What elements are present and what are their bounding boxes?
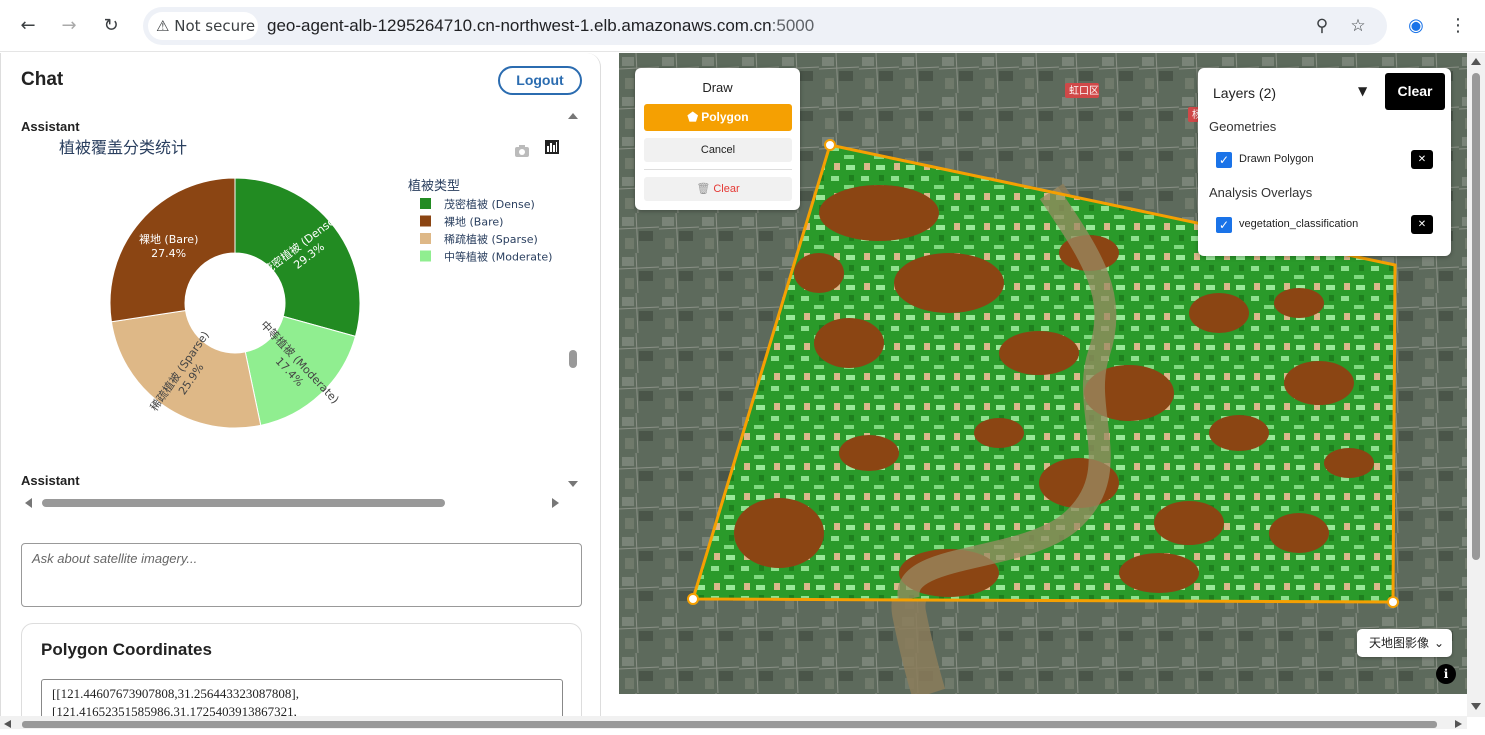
info-icon[interactable]: i xyxy=(1436,664,1456,684)
legend-title: 植被类型 xyxy=(408,179,460,194)
bookmark-star-icon[interactable]: ☆ xyxy=(1347,15,1369,37)
map-view[interactable]: 虹口区 杨浦区 Draw ⬟ Polygon Cancel 🗑 Clear La… xyxy=(619,53,1467,694)
security-label: Not secure xyxy=(174,17,256,35)
slice-percent: 27.4% xyxy=(151,247,186,260)
reload-icon[interactable]: ↻ xyxy=(98,13,124,39)
coordinates-textarea[interactable]: [[121.44607673907808,31.256443323087808]… xyxy=(41,679,563,717)
forward-icon[interactable]: → xyxy=(56,13,82,39)
legend-swatch[interactable] xyxy=(420,198,431,209)
profile-icon[interactable]: ◉ xyxy=(1403,13,1429,39)
polygon-vertex-handle[interactable] xyxy=(1387,596,1399,608)
message-role-label: Assistant xyxy=(21,473,80,488)
layer-name: vegetation_classification xyxy=(1239,218,1359,230)
district-label: 虹口区 xyxy=(1069,85,1099,97)
layer-checkbox[interactable]: ✓ xyxy=(1216,217,1232,233)
back-icon[interactable]: ← xyxy=(15,13,41,39)
url-text[interactable]: geo-agent-alb-1295264710.cn-northwest-1.… xyxy=(267,7,814,45)
chevron-down-icon: ⌄ xyxy=(1433,636,1444,650)
layer-group-heading: Geometries xyxy=(1209,119,1277,134)
polygon-vertex-handle[interactable] xyxy=(687,593,699,605)
clear-drawing-button[interactable]: 🗑 Clear xyxy=(644,177,792,201)
layers-title[interactable]: Layers (2) xyxy=(1213,85,1276,101)
trash-icon: 🗑 xyxy=(696,183,714,195)
basemap-value: 天地图影像 xyxy=(1369,636,1430,650)
layer-checkbox[interactable]: ✓ xyxy=(1216,152,1232,168)
legend-item[interactable]: 稀疏植被 (Sparse) xyxy=(444,232,538,246)
chat-vertical-scrollbar[interactable] xyxy=(565,108,581,488)
page-horizontal-scrollbar[interactable] xyxy=(0,716,1467,729)
menu-kebab-icon[interactable]: ⋮ xyxy=(1445,13,1471,39)
coordinates-title: Polygon Coordinates xyxy=(41,640,212,659)
url-port: :5000 xyxy=(771,16,815,35)
legend-swatch[interactable] xyxy=(420,233,431,244)
remove-layer-button[interactable]: ✕ xyxy=(1411,215,1433,234)
security-chip[interactable]: ⚠ Not secure xyxy=(148,12,258,40)
chat-input[interactable]: Ask about satellite imagery... xyxy=(21,543,582,607)
vegetation-chart: 植被覆盖分类统计 茂密植被 (Dense) 29.3% 中等植被 (Moderate… xyxy=(21,133,562,491)
warning-icon: ⚠ xyxy=(156,17,170,35)
caret-down-icon[interactable]: ▼ xyxy=(1358,84,1367,98)
polygon-vertex-handle[interactable] xyxy=(824,139,836,151)
legend-item[interactable]: 茂密植被 (Dense) xyxy=(444,197,535,211)
clear-layers-button[interactable]: Clear xyxy=(1385,73,1445,110)
slice-label: 裸地 (Bare) xyxy=(139,232,198,246)
pie-chart: 茂密植被 (Dense)29.3%中等植被 (Moderate)17.4%稀疏植… xyxy=(109,177,361,429)
polygon-coordinates-card: Polygon Coordinates [[121.44607673907808… xyxy=(21,623,582,717)
page-vertical-scrollbar[interactable] xyxy=(1467,53,1485,717)
message-role-label: Assistant xyxy=(21,119,80,134)
cancel-button[interactable]: Cancel xyxy=(644,138,792,162)
chat-title: Chat xyxy=(21,69,64,90)
legend-swatch[interactable] xyxy=(420,215,431,227)
browser-toolbar: ← → ↻ ⚠ Not secure geo-agent-alb-1295264… xyxy=(0,0,1485,52)
clear-drawing-label: Clear xyxy=(713,183,740,195)
camera-icon[interactable] xyxy=(515,145,529,157)
zoom-icon[interactable]: ⚲ xyxy=(1311,15,1333,37)
remove-layer-button[interactable]: ✕ xyxy=(1411,150,1433,169)
chart-title: 植被覆盖分类统计 xyxy=(59,138,187,157)
address-bar[interactable]: ⚠ Not secure geo-agent-alb-1295264710.cn… xyxy=(143,7,1387,45)
divider xyxy=(644,169,792,170)
chat-horizontal-scrollbar[interactable] xyxy=(21,494,565,512)
url-host: geo-agent-alb-1295264710.cn-northwest-1.… xyxy=(267,16,772,35)
layer-row: ✓ Drawn Polygon ✕ xyxy=(1216,150,1434,172)
draw-title: Draw xyxy=(702,80,733,95)
legend-swatch[interactable] xyxy=(420,250,431,262)
chart-svg: 植被覆盖分类统计 茂密植被 (Dense)29.3%中等植被 (Moderate… xyxy=(59,138,559,429)
logout-button[interactable]: Logout xyxy=(498,66,582,95)
legend-item[interactable]: 裸地 (Bare) xyxy=(444,215,503,229)
layer-row: ✓ vegetation_classification ✕ xyxy=(1216,215,1434,237)
polygon-button[interactable]: ⬟ Polygon xyxy=(644,104,792,131)
coordinates-line: [121.41652351585986,31.1725403913867321, xyxy=(52,704,297,717)
legend-item[interactable]: 中等植被 (Moderate) xyxy=(444,250,552,264)
layer-group-heading: Analysis Overlays xyxy=(1209,185,1313,200)
coordinates-line: [[121.44607673907808,31.256443323087808]… xyxy=(52,686,299,701)
bar-chart-icon[interactable] xyxy=(545,140,559,154)
basemap-select[interactable]: 天地图影像 ⌄ xyxy=(1357,629,1452,657)
draw-panel: Draw ⬟ Polygon Cancel 🗑 Clear xyxy=(635,68,800,210)
chart-legend: 茂密植被 (Dense) 裸地 (Bare) 稀疏植被 (Sparse) 中等植被 (… xyxy=(420,197,552,264)
layer-name: Drawn Polygon xyxy=(1239,153,1314,165)
chat-panel: Chat Logout Assistant 植被覆盖分类统计 茂密植被 (Den… xyxy=(0,53,601,717)
layers-panel: Layers (2) ▼ Clear Geometries ✓ Drawn Po… xyxy=(1198,68,1451,256)
